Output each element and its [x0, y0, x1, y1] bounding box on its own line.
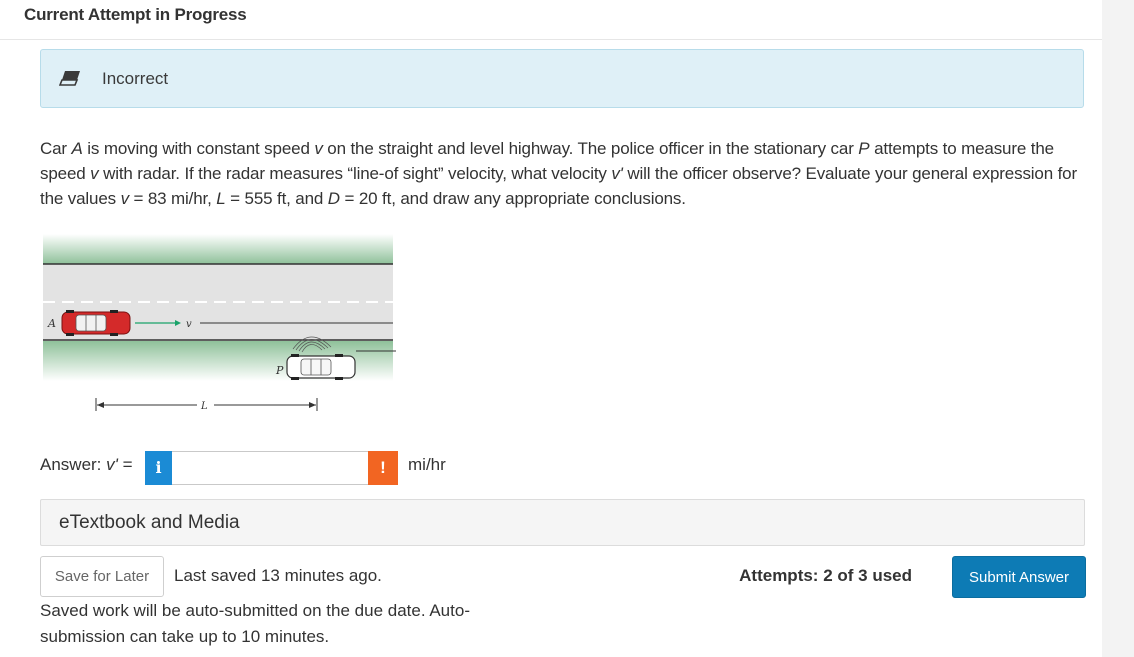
car-a [61, 310, 131, 336]
velocity-label: v [186, 319, 192, 330]
answer-input[interactable] [172, 451, 369, 485]
car-a-label: A [47, 317, 56, 330]
car-p-label: P [275, 364, 284, 377]
question-text: Car A is moving with constant speed v on… [40, 139, 1077, 208]
question-card: Current Attempt in Progress Incorrect Ca… [0, 0, 1102, 657]
autosubmit-note: Saved work will be auto-submitted on the… [40, 601, 470, 646]
car-p [286, 354, 356, 380]
etextbook-panel[interactable]: eTextbook and Media [40, 499, 1085, 546]
save-for-later-button[interactable]: Save for Later [40, 556, 164, 597]
info-icon[interactable]: i [145, 451, 172, 485]
warning-icon[interactable]: ! [368, 451, 398, 485]
grass-top [43, 234, 393, 264]
submit-answer-button[interactable]: Submit Answer [952, 556, 1086, 598]
status-alert: Incorrect [40, 49, 1084, 108]
page-title: Current Attempt in Progress [24, 5, 247, 24]
answer-label: Answer: v' = [40, 455, 133, 474]
answer-units: mi/hr [408, 455, 446, 474]
status-text: Incorrect [102, 69, 169, 88]
highway-diagram: A v P L [40, 234, 406, 424]
attempts-counter: Attempts: 2 of 3 used [739, 566, 912, 585]
last-saved-text: Last saved 13 minutes ago. [174, 566, 382, 585]
dimension-l-label: L [200, 401, 208, 412]
etextbook-label: eTextbook and Media [59, 512, 240, 533]
attempt-header: Current Attempt in Progress [0, 0, 1102, 40]
eraser-icon [58, 69, 83, 87]
